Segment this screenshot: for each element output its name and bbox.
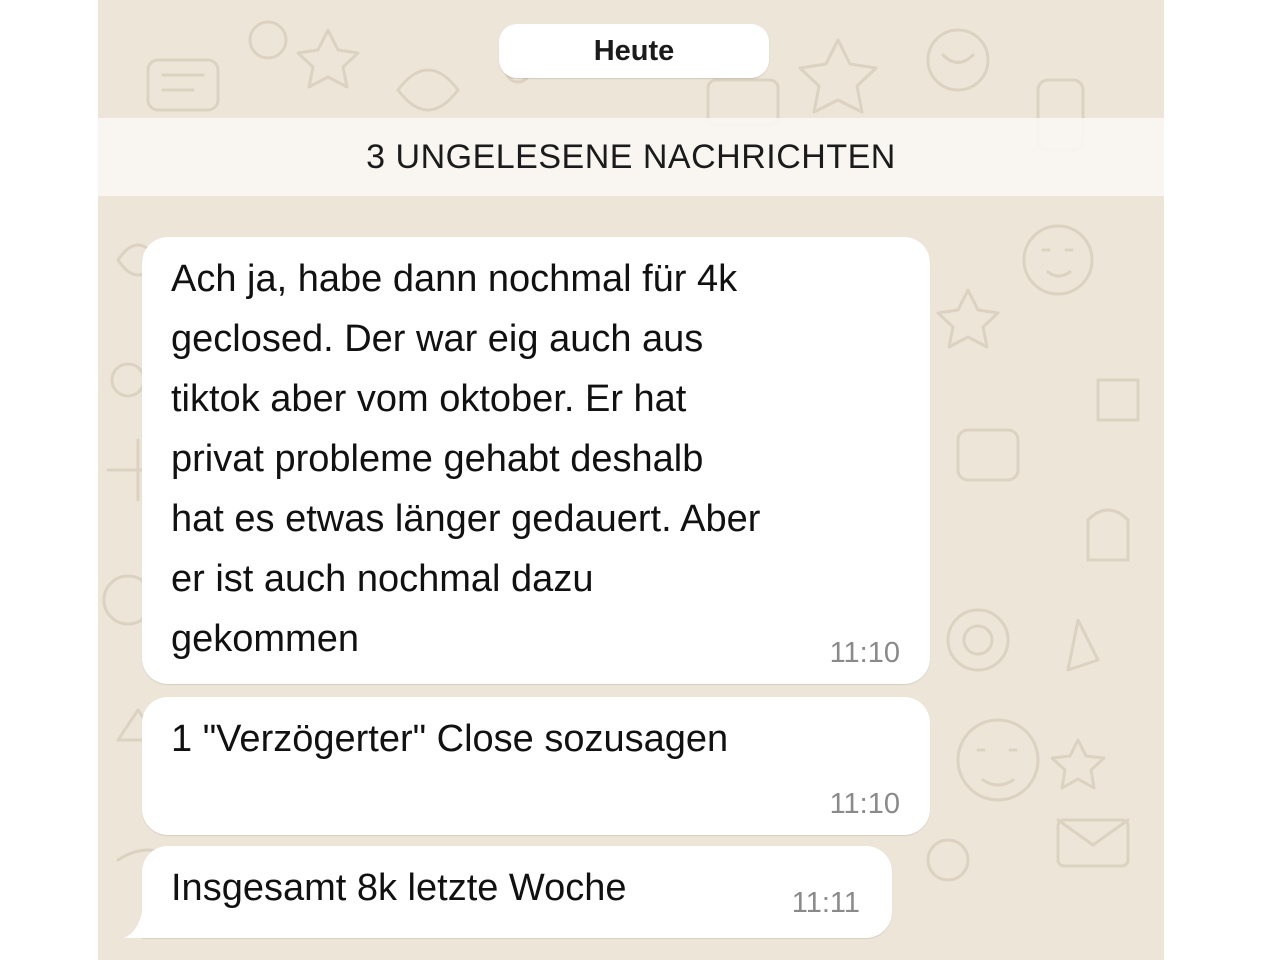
message-bubble[interactable]: 1 "Verzögerter" Close sozusagen 11:10 [142, 697, 930, 835]
unread-messages-banner: 3 UNGELESENE NACHRICHTEN [98, 118, 1164, 196]
message-time: 11:11 [791, 887, 860, 919]
message-bubble[interactable]: Ach ja, habe dann nochmal für 4k geclose… [142, 237, 930, 684]
message-text: Ach ja, habe dann nochmal für 4k geclose… [171, 258, 761, 660]
unread-banner-label: 3 UNGELESENE NACHRICHTEN [366, 137, 896, 176]
date-label: Heute [593, 34, 675, 67]
message-bubble[interactable]: Insgesamt 8k letzte Woche 11:11 [142, 846, 892, 938]
date-separator: Heute [499, 24, 769, 78]
message-text: 1 "Verzögerter" Close sozusagen [171, 718, 729, 760]
message-time: 11:10 [829, 637, 900, 669]
screenshot-frame: Heute 3 UNGELESENE NACHRICHTEN Ach ja, h… [0, 0, 1280, 960]
message-time: 11:10 [829, 788, 900, 820]
message-text: Insgesamt 8k letzte Woche [171, 867, 627, 909]
